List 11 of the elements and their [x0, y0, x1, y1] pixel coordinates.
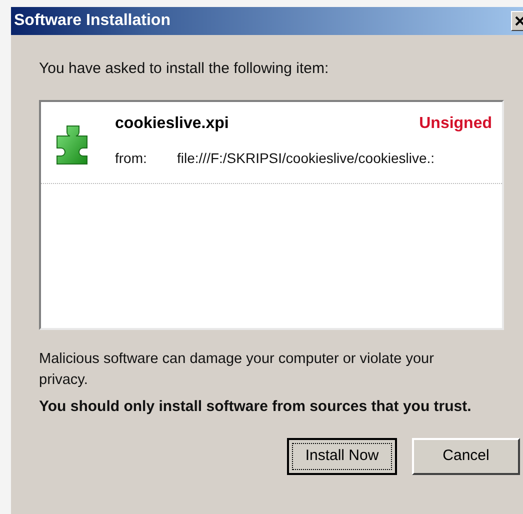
- install-now-button[interactable]: Install Now: [287, 438, 397, 475]
- advice-text: You should only install software from sources that you trust.: [39, 397, 472, 417]
- window-title: Software Installation: [14, 11, 170, 31]
- warning-text: Malicious software can damage your computer or violate your privacy.: [39, 350, 435, 390]
- source-path: file:///F:/SKRIPSI/cookieslive/cookieslive.:: [177, 149, 435, 168]
- item-name: cookieslive.xpi: [115, 114, 229, 134]
- close-icon: [515, 16, 523, 26]
- cancel-button[interactable]: Cancel: [412, 438, 520, 475]
- status-label: Unsigned: [419, 114, 492, 134]
- from-label: from:: [115, 149, 148, 168]
- intro-text: You have asked to install the following item:: [39, 60, 330, 78]
